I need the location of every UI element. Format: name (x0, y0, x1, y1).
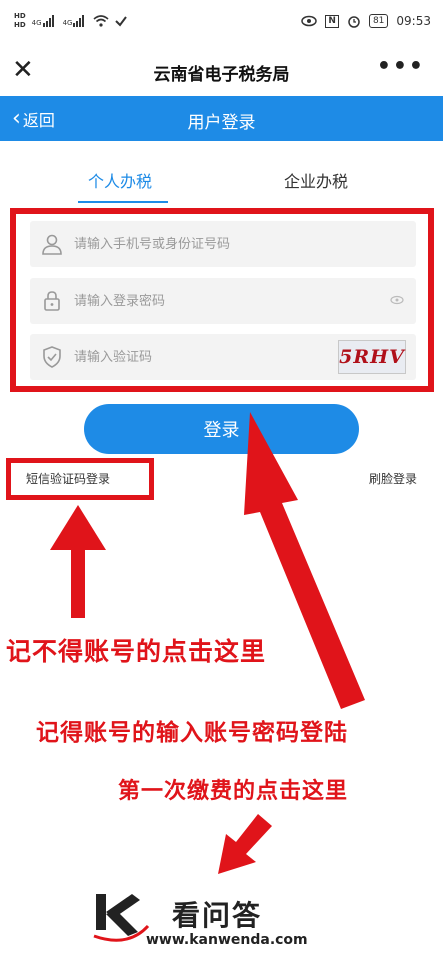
annotation-frame-form (10, 208, 434, 392)
page-header: ‹ 返回 用户登录 (0, 96, 443, 141)
wifi-icon (93, 15, 109, 27)
face-login-link[interactable]: 刷脸登录 (369, 470, 417, 487)
login-button[interactable]: 登录 (84, 404, 359, 454)
signal-2: 4G (63, 15, 88, 27)
hd-indicator: HD HD (14, 12, 26, 30)
status-bar: HD HD 4G 4G N 81 09:53 (0, 0, 443, 50)
sms-login-link[interactable]: 短信验证码登录 (26, 470, 110, 487)
page-title: 用户登录 (187, 113, 256, 133)
more-icon[interactable]: ••• (377, 54, 425, 79)
tab-personal[interactable]: 个人办税 (88, 168, 152, 192)
annotation-remember-account: 记得账号的输入账号密码登陆 (36, 720, 348, 746)
nfc-icon: N (325, 14, 339, 28)
signal-1: 4G (32, 15, 57, 27)
hd-label-2: HD (14, 21, 26, 29)
alarm-icon (348, 16, 360, 28)
checkmark-icon (115, 16, 128, 27)
signal-bars-2-icon (73, 15, 87, 27)
eye-icon (301, 15, 318, 27)
annotation-forgot-account: 记不得账号的点击这里 (6, 637, 267, 666)
active-tab-indicator (78, 201, 168, 203)
arrow-down-left (218, 814, 272, 874)
clock: 09:53 (396, 14, 431, 28)
hd-label-1: HD (14, 12, 26, 20)
arrow-up-short (50, 505, 106, 618)
battery-icon: 81 (368, 14, 389, 28)
signal-1-label: 4G (31, 19, 42, 27)
signal-2-label: 4G (62, 19, 73, 27)
status-right: N 81 09:53 (301, 14, 431, 28)
app-title-bar: ✕ 云南省电子税务局 ••• (0, 50, 443, 92)
tab-enterprise[interactable]: 企业办税 (284, 168, 348, 192)
login-tabs: 个人办税 企业办税 (0, 168, 443, 204)
watermark: 看问答 www.kanwenda.com (88, 888, 318, 954)
status-left: HD HD 4G 4G (14, 12, 128, 30)
annotation-first-payment: 第一次缴费的点击这里 (118, 779, 349, 804)
signal-bars-1-icon (42, 15, 57, 27)
watermark-name: 看问答 (172, 899, 263, 932)
watermark-url: www.kanwenda.com (146, 932, 308, 948)
